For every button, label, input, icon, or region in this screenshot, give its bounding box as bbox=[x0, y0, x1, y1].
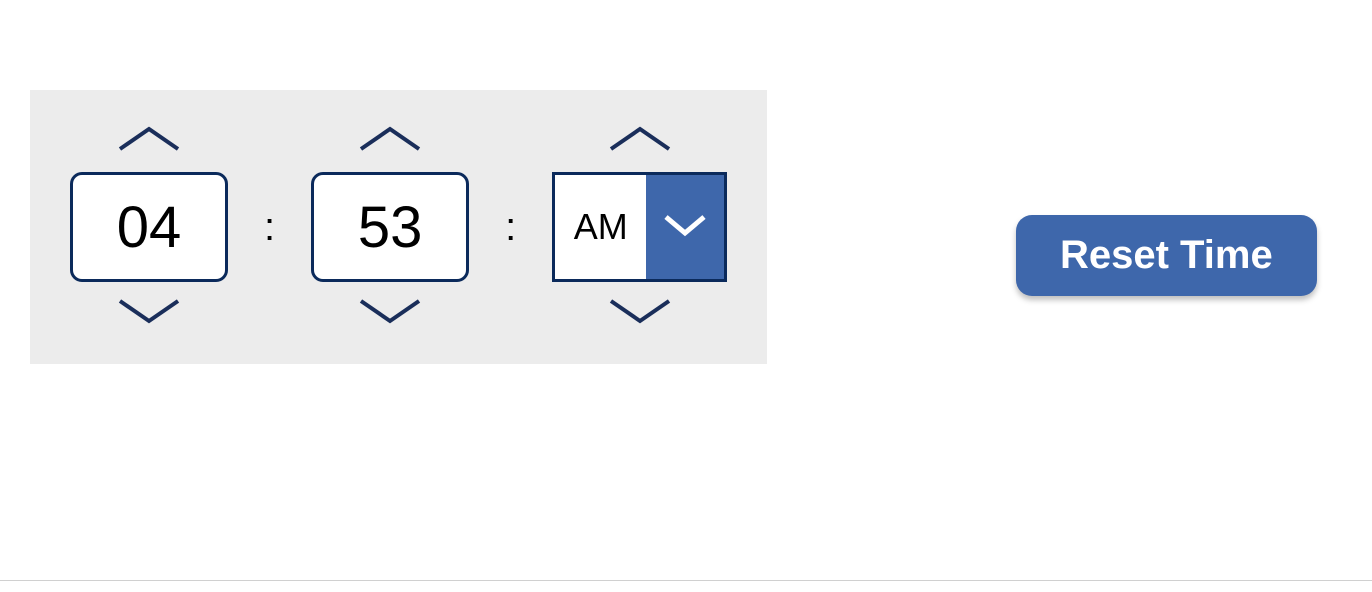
minutes-spinner: 53 bbox=[311, 120, 469, 334]
ampm-dropdown-toggle[interactable] bbox=[646, 175, 724, 279]
hours-input[interactable]: 04 bbox=[70, 172, 228, 282]
minutes-input[interactable]: 53 bbox=[311, 172, 469, 282]
hours-increment-button[interactable] bbox=[104, 120, 194, 160]
chevron-up-icon bbox=[355, 123, 425, 158]
chevron-down-icon bbox=[662, 211, 708, 244]
ampm-decrement-button[interactable] bbox=[595, 294, 685, 334]
chevron-up-icon bbox=[605, 123, 675, 158]
ampm-select[interactable]: AM bbox=[552, 172, 727, 282]
horizontal-divider bbox=[0, 580, 1372, 581]
hours-spinner: 04 bbox=[70, 120, 228, 334]
time-separator: : bbox=[228, 205, 311, 250]
chevron-down-icon bbox=[114, 297, 184, 332]
hours-value: 04 bbox=[117, 194, 182, 261]
reset-time-button[interactable]: Reset Time bbox=[1016, 215, 1317, 296]
minutes-increment-button[interactable] bbox=[345, 120, 435, 160]
ampm-value: AM bbox=[555, 175, 646, 279]
minutes-decrement-button[interactable] bbox=[345, 294, 435, 334]
chevron-down-icon bbox=[605, 297, 675, 332]
ampm-increment-button[interactable] bbox=[595, 120, 685, 160]
chevron-up-icon bbox=[114, 123, 184, 158]
hours-decrement-button[interactable] bbox=[104, 294, 194, 334]
minutes-value: 53 bbox=[358, 194, 423, 261]
ampm-spinner: AM bbox=[552, 120, 727, 334]
chevron-down-icon bbox=[355, 297, 425, 332]
time-picker: 04 : 53 : bbox=[30, 90, 767, 364]
time-separator: : bbox=[469, 205, 552, 250]
